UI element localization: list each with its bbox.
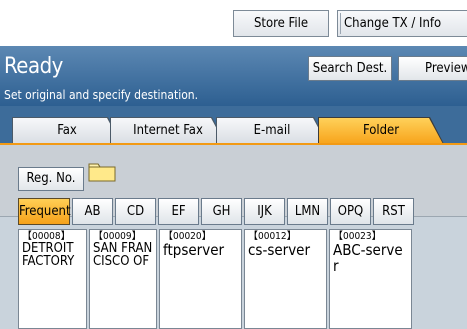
index-opq[interactable]: OPQ — [330, 198, 371, 225]
reg-no-button[interactable]: Reg. No. — [18, 167, 84, 191]
tab-email[interactable]: E-mail — [216, 117, 328, 144]
status-message: Set original and specify destination. — [4, 88, 199, 102]
destination-name: ABC-server — [333, 241, 403, 275]
tab-folder[interactable]: Folder — [318, 117, 444, 144]
tab-internet-fax[interactable]: Internet Fax — [110, 117, 226, 144]
destination-item[interactable]: 【00012】 cs-server — [244, 229, 327, 329]
scanner-panel: Ready Set original and specify destinati… — [0, 46, 467, 329]
index-rst[interactable]: RST — [373, 198, 414, 225]
destination-name: SAN FRANCISCO OF — [93, 241, 153, 269]
change-tx-info-button[interactable]: Change TX / Info — [337, 10, 467, 37]
search-dest-button[interactable]: Search Dest. — [308, 56, 392, 81]
index-ef[interactable]: EF — [158, 198, 199, 225]
index-keys: Frequent AB CD EF GH IJK LMN OPQ RST — [18, 198, 467, 225]
tab-label: E-mail — [217, 118, 327, 144]
status-bar: Ready Set original and specify destinati… — [0, 46, 467, 106]
destination-tabs: Fax Internet Fax E-mail Folder — [0, 106, 467, 144]
index-ab[interactable]: AB — [72, 198, 113, 225]
tab-label: Folder — [319, 118, 443, 144]
folder-icon — [88, 163, 116, 182]
store-file-button[interactable]: Store File — [233, 10, 329, 37]
tab-label: Internet Fax — [111, 118, 225, 144]
destination-name: ftpserver — [163, 241, 225, 259]
destination-item[interactable]: 【00020】 ftpserver — [159, 229, 242, 329]
top-toolbar: Store File Change TX / Info — [0, 0, 467, 46]
index-ijk[interactable]: IJK — [244, 198, 285, 225]
destination-item[interactable]: 【00009】 SAN FRANCISCO OF — [89, 229, 157, 329]
destination-item[interactable]: 【00008】 DETROIT FACTORY — [18, 229, 87, 329]
index-gh[interactable]: GH — [201, 198, 242, 225]
preview-button[interactable]: Preview — [398, 56, 467, 81]
status-title: Ready — [4, 54, 63, 79]
tab-fax[interactable]: Fax — [12, 117, 122, 144]
destination-name: DETROIT FACTORY — [22, 241, 75, 269]
destination-list: 【00008】 DETROIT FACTORY 【00009】 SAN FRAN… — [18, 229, 467, 329]
destination-item[interactable]: 【00023】 ABC-server — [329, 229, 412, 329]
index-frequent[interactable]: Frequent — [18, 198, 71, 225]
destination-name: cs-server — [248, 241, 311, 259]
index-cd[interactable]: CD — [115, 198, 156, 225]
tab-label: Fax — [13, 118, 121, 144]
index-lmn[interactable]: LMN — [287, 198, 328, 225]
